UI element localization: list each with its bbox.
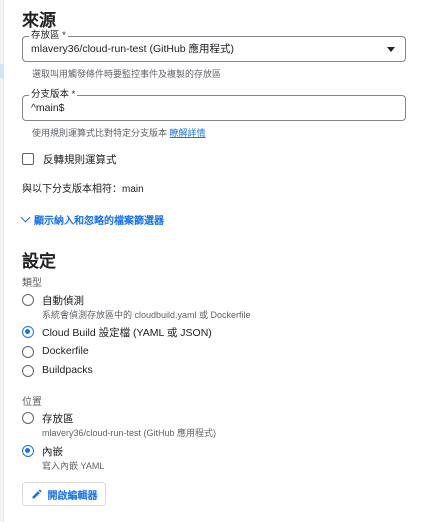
rail-indicator [0, 64, 4, 78]
branch-label: 分支版本 * [29, 89, 78, 101]
repository-helper: 選取叫用觸發條件時要監控事件及複製的存放區 [32, 69, 222, 79]
side-rail [0, 0, 4, 522]
radio-autodetect[interactable] [22, 294, 34, 306]
location-option-label: 內嵌 [42, 446, 63, 458]
learn-more-link[interactable]: 瞭解詳情 [170, 128, 206, 138]
type-option-description: 系統會偵測存放區中的 cloudbuild.yaml 或 Dockerfile [42, 310, 251, 320]
location-option-description: 寫入內嵌 YAML [42, 461, 105, 471]
type-option-label: Buildpacks [42, 364, 93, 376]
repository-select[interactable]: 存放區 * mlavery36/cloud-run-test (GitHub 應… [22, 30, 406, 62]
invert-regex-checkbox[interactable] [22, 153, 34, 165]
repository-label: 存放區 * [29, 30, 68, 42]
location-label: 位置 [22, 397, 42, 408]
dropdown-caret-icon[interactable] [387, 47, 395, 52]
type-option-cloud-build-config[interactable]: Cloud Build 設定檔 (YAML 或 JSON) [22, 325, 382, 339]
radio-location-inline[interactable] [22, 445, 34, 457]
radio-buildpacks[interactable] [22, 365, 34, 377]
branch-input[interactable]: 分支版本 * ^main$ [22, 89, 406, 121]
type-label: 類型 [22, 278, 42, 289]
open-editor-label: 開啟編輯器 [47, 490, 98, 502]
show-file-filters-toggle[interactable]: 顯示納入和忽略的檔案篩選器 [20, 212, 164, 227]
type-option-label: 自動偵測 [42, 295, 84, 307]
type-option-autodetect[interactable]: 自動偵測 系統會偵測存放區中的 cloudbuild.yaml 或 Docker… [22, 293, 382, 320]
type-option-dockerfile[interactable]: Dockerfile [22, 345, 382, 359]
branch-helper-text: 使用規則運算式比對特定分支版本 [32, 128, 168, 138]
repository-value: mlavery36/cloud-run-test (GitHub 應用程式) [31, 43, 235, 55]
radio-location-repository[interactable] [22, 412, 34, 424]
type-option-buildpacks[interactable]: Buildpacks [22, 364, 382, 378]
chevron-down-icon [20, 212, 31, 223]
radio-cloud-build-config[interactable] [22, 326, 34, 338]
source-heading: 來源 [22, 11, 56, 30]
invert-regex-label: 反轉規則運算式 [43, 154, 117, 166]
show-file-filters-label: 顯示納入和忽略的檔案篩選器 [34, 216, 164, 227]
pencil-icon [32, 489, 42, 499]
branch-helper: 使用規則運算式比對特定分支版本 瞭解詳情 [32, 126, 206, 139]
location-option-description: mlavery36/cloud-run-test (GitHub 應用程式) [42, 428, 217, 438]
type-option-label: Cloud Build 設定檔 (YAML 或 JSON) [42, 327, 212, 339]
open-editor-button[interactable]: 開啟編輯器 [22, 482, 106, 506]
location-option-inline[interactable]: 內嵌 寫入內嵌 YAML [22, 444, 382, 471]
matched-branch-text: 與以下分支版本相符：main [22, 184, 144, 195]
location-option-label: 存放區 [42, 413, 74, 425]
type-option-label: Dockerfile [42, 345, 89, 357]
settings-heading: 設定 [22, 252, 56, 271]
radio-dockerfile[interactable] [22, 346, 34, 358]
location-option-repository[interactable]: 存放區 mlavery36/cloud-run-test (GitHub 應用程… [22, 411, 382, 438]
branch-value[interactable]: ^main$ [31, 101, 65, 115]
